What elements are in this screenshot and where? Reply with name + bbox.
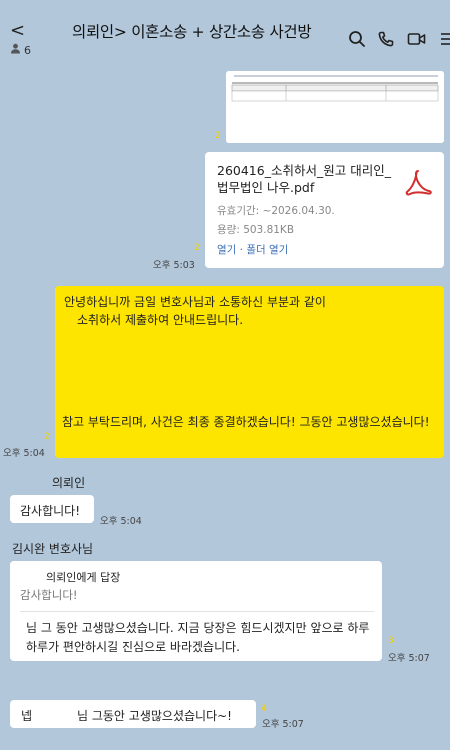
person-icon xyxy=(10,43,21,57)
file-unread-count: 2 xyxy=(194,243,200,253)
reply-message-bubble[interactable]: 의뢰인에게 답장 감사합니다! 님 그 동안 고생많으셨습니다. 지금 당장은 … xyxy=(10,561,382,661)
unread-count: 4 xyxy=(261,704,267,714)
chat-title: 의뢰인> 이혼소송 + 상간소송 사건방 xyxy=(72,23,312,41)
message-line: 소취하서 제출하여 안내드립니다. xyxy=(77,313,244,327)
pdf-icon xyxy=(403,168,433,198)
unread-count: 2 xyxy=(44,432,50,442)
video-call-icon[interactable] xyxy=(406,28,428,50)
message-line: 안녕하십니까 금일 변호사님과 소통하신 부분과 같이 xyxy=(64,295,326,309)
message-text: 감사합니다! xyxy=(20,504,81,518)
message-bubble[interactable]: 감사합니다! xyxy=(10,495,94,523)
phone-icon[interactable] xyxy=(375,28,397,50)
search-icon[interactable] xyxy=(346,28,368,50)
chat-header: < 6 의뢰인> 이혼소송 + 상간소송 사건방 xyxy=(0,0,450,62)
link-separator: · xyxy=(236,244,247,256)
document-preview-image[interactable] xyxy=(226,71,444,143)
message-bubble[interactable]: 넵 님 그동안 고생많으셨습니다~! xyxy=(10,700,256,728)
reply-target: 의뢰인에게 답장 xyxy=(46,571,121,584)
file-actions: 열기 · 폴더 열기 xyxy=(217,242,288,257)
file-name: 260416_소취하서_원고 대리인_법무법인 나우.pdf xyxy=(217,163,391,195)
file-validity: 유효기간: ~2026.04.30. xyxy=(217,205,335,217)
message-time: 오후 5:07 xyxy=(388,653,430,664)
message-text: 님 그 동안 고생많으셨습니다. 지금 당장은 힘드시겠지만 앞으로 하루하루가… xyxy=(26,621,370,654)
unread-count: 3 xyxy=(388,636,394,646)
message-time: 오후 5:03 xyxy=(153,260,195,271)
menu-icon[interactable] xyxy=(436,28,450,50)
message-text: 넵 xyxy=(21,709,33,723)
quoted-message[interactable]: 감사합니다! xyxy=(20,587,78,603)
reply-divider xyxy=(20,611,374,612)
message-time: 오후 5:04 xyxy=(100,516,142,527)
message-line: 참고 부탁드리며, 사건은 최종 종결하겠습니다! 그동안 고생많으셨습니다! xyxy=(62,415,430,429)
open-folder-link[interactable]: 폴더 열기 xyxy=(246,244,288,256)
sender-name: 김시완 변호사님 xyxy=(12,542,94,556)
open-file-link[interactable]: 열기 xyxy=(217,244,236,256)
message-text: 님 그동안 고생많으셨습니다~! xyxy=(77,709,232,723)
message-time: 오후 5:07 xyxy=(262,719,304,730)
my-message-bubble[interactable]: 안녕하십니까 금일 변호사님과 소통하신 부분과 같이 소취하서 제출하여 안내… xyxy=(55,286,444,458)
back-button[interactable]: < xyxy=(10,20,25,41)
message-time: 오후 5:04 xyxy=(3,448,45,459)
member-count[interactable]: 6 xyxy=(10,43,31,57)
file-size: 용량: 503.81KB xyxy=(217,224,295,236)
file-attachment-card[interactable]: 260416_소취하서_원고 대리인_법무법인 나우.pdf 유효기간: ~20… xyxy=(205,152,444,268)
unread-count: 2 xyxy=(215,131,221,141)
member-count-label: 6 xyxy=(24,43,31,57)
sender-name: 의뢰인 xyxy=(52,476,86,490)
